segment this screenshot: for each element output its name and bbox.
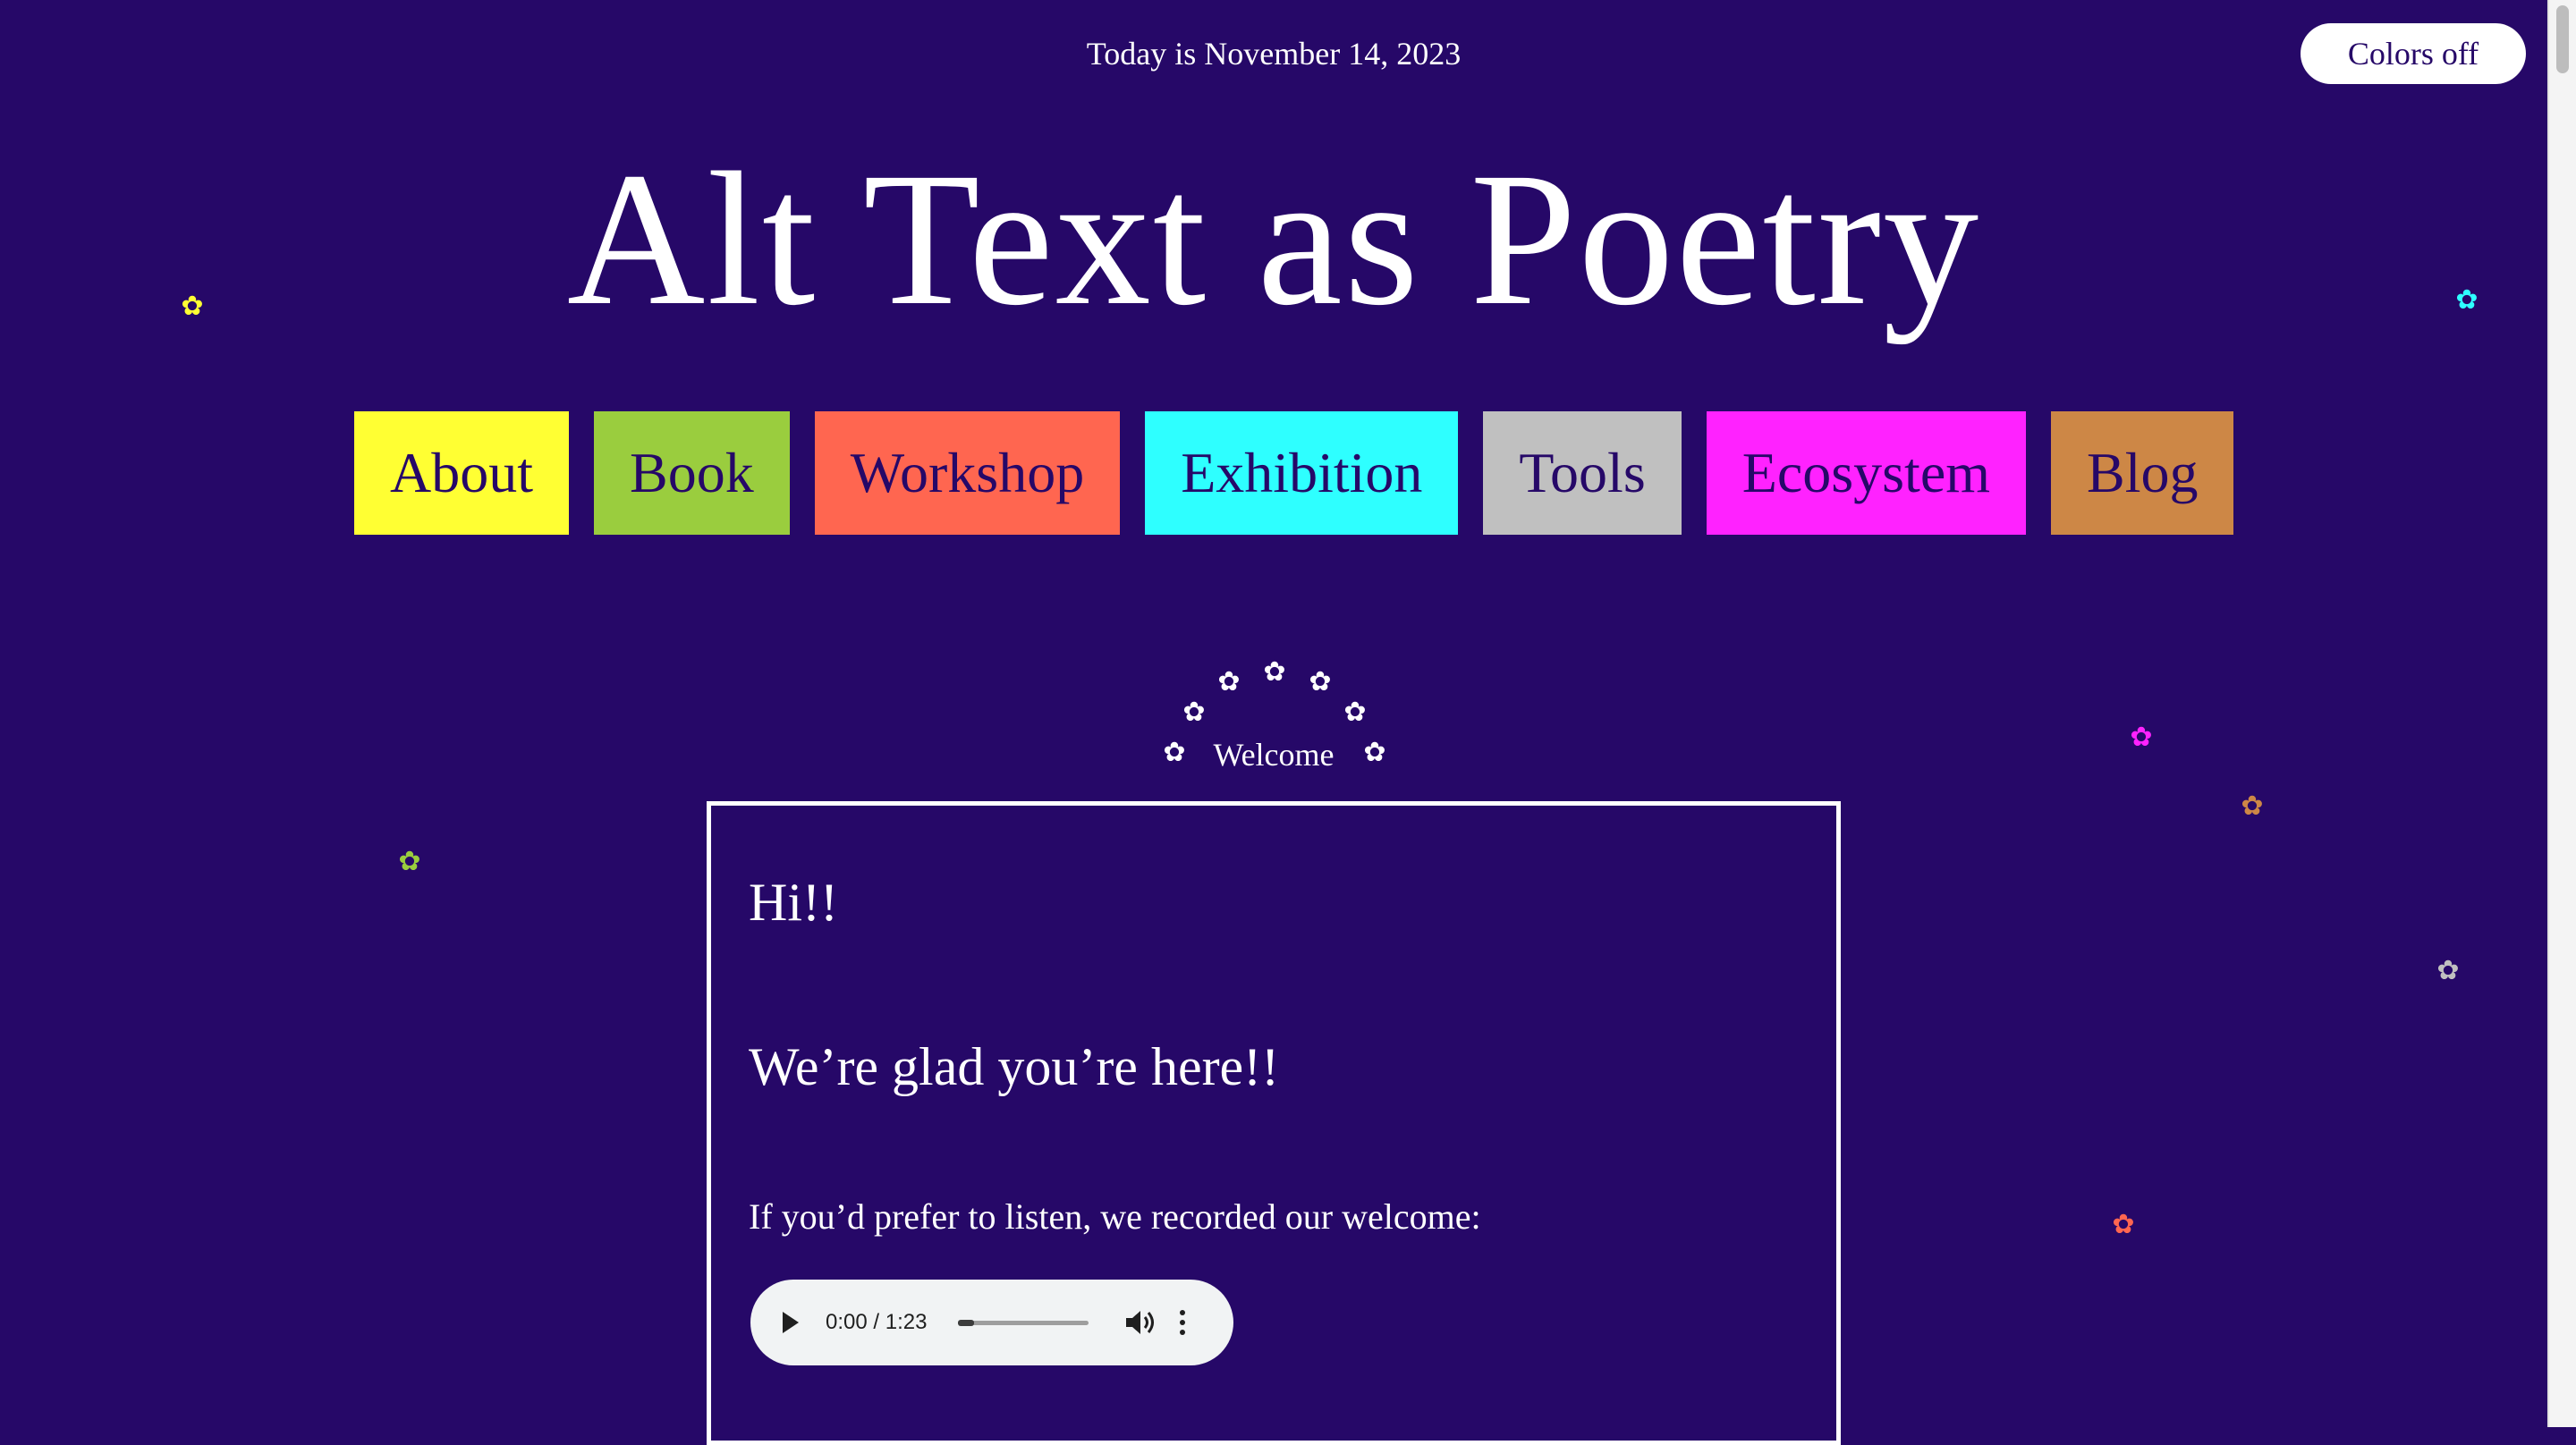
audio-player: 0:00 / 1:23	[750, 1280, 1233, 1365]
flower-icon: ✿	[1217, 666, 1241, 697]
flower-icon: ✿	[2455, 284, 2479, 316]
audio-progress-fill	[958, 1320, 974, 1326]
nav-book[interactable]: Book	[594, 411, 790, 535]
scrollbar[interactable]	[2547, 0, 2576, 1427]
audio-progress-slider[interactable]	[958, 1320, 1089, 1326]
flower-icon: ✿	[2112, 1209, 2135, 1240]
volume-icon[interactable]	[1124, 1308, 1157, 1337]
flower-icon: ✿	[181, 291, 204, 322]
site-title: Alt Text as Poetry	[566, 133, 1981, 345]
nav-ecosystem[interactable]: Ecosystem	[1706, 411, 2026, 535]
welcome-label: Welcome	[1213, 737, 1335, 773]
greeting-heading: Hi!!	[749, 873, 838, 932]
flower-icon: ✿	[2436, 955, 2460, 986]
flower-icon: ✿	[1309, 666, 1332, 697]
nav-exhibition[interactable]: Exhibition	[1145, 411, 1459, 535]
main-nav: About Book Workshop Exhibition Tools Eco…	[354, 411, 2234, 535]
flower-icon: ✿	[1263, 656, 1286, 688]
nav-blog[interactable]: Blog	[2051, 411, 2234, 535]
nav-tools[interactable]: Tools	[1483, 411, 1682, 535]
date-text: Today is November 14, 2023	[1086, 36, 1462, 72]
nav-workshop[interactable]: Workshop	[814, 411, 1121, 535]
page: Today is November 14, 2023 Colors off Al…	[0, 0, 2547, 1445]
play-icon[interactable]	[783, 1312, 799, 1333]
nav-about[interactable]: About	[354, 411, 569, 535]
flower-icon: ✿	[2241, 790, 2264, 822]
glad-heading: We’re glad you’re here!!	[749, 1037, 1280, 1096]
audio-time: 0:00 / 1:23	[826, 1310, 928, 1334]
listen-prompt: If you’d prefer to listen, we recorded o…	[749, 1196, 1481, 1237]
flower-icon: ✿	[398, 846, 421, 877]
more-options-icon[interactable]	[1178, 1308, 1187, 1337]
flower-icon: ✿	[1182, 697, 1206, 728]
colors-off-button[interactable]: Colors off	[2301, 23, 2526, 84]
welcome-box: Hi!! We’re glad you’re here!! If you’d p…	[707, 801, 1841, 1445]
scrollbar-thumb[interactable]	[2556, 5, 2569, 73]
flower-icon: ✿	[1343, 697, 1367, 728]
